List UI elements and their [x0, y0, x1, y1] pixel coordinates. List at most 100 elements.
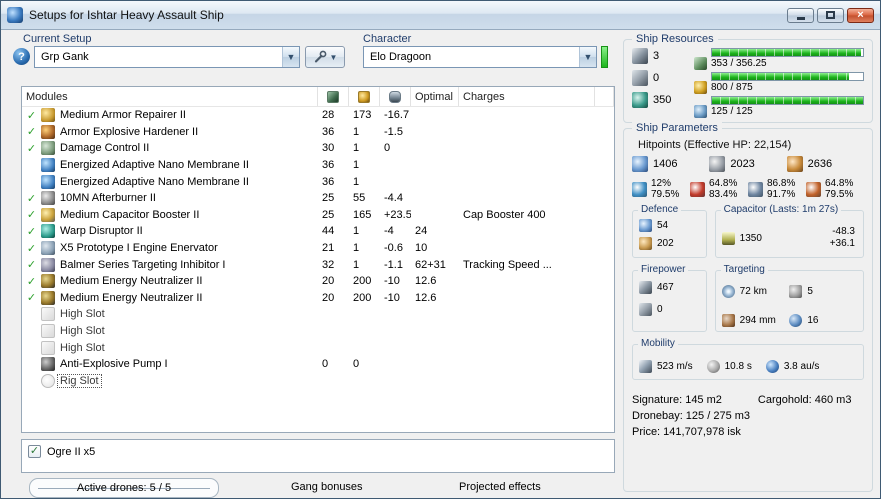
warp-speed-icon [765, 360, 779, 373]
module-cpu: 25 [322, 192, 335, 205]
price-value: Price: 141,707,978 isk [632, 426, 741, 438]
module-row[interactable]: High Slot [22, 323, 614, 340]
module-name: Medium Energy Neutralizer II [60, 291, 203, 304]
ship-parameters-panel: Ship Parameters Hitpoints (Effective HP:… [623, 122, 873, 492]
structure-hp-icon [786, 156, 803, 172]
powergrid-column-header[interactable] [349, 87, 380, 106]
module-cpu: 28 [322, 109, 335, 122]
module-row[interactable]: Anti-Explosive Pump I 0 0 [22, 356, 614, 373]
cpu-usage: 353 / 356.25 [711, 58, 767, 69]
warp-disruptor-icon [41, 224, 55, 239]
help-button[interactable]: ? [13, 48, 30, 65]
thermal-armor-resist: 83.4% [709, 189, 738, 200]
launcher-slots: 0 [632, 70, 694, 86]
chevron-down-icon[interactable]: ▼ [282, 47, 299, 67]
module-name: Medium Capacitor Booster II [60, 208, 200, 221]
calibration-value: 350 [653, 94, 672, 106]
module-row[interactable]: Rig Slot [22, 373, 614, 390]
minimize-icon [796, 16, 805, 20]
drones-panel[interactable]: ✓ Ogre II x5 [21, 439, 615, 473]
module-row[interactable]: ✓ Medium Energy Neutralizer II 20 200 -10 12.… [22, 290, 614, 307]
module-row[interactable]: ✓ Medium Armor Repairer II 28 173 -16.7 [22, 107, 614, 124]
charges-column-header[interactable]: Charges [459, 87, 595, 106]
setup-dropdown-value: Grp Gank [41, 51, 89, 63]
turret-dps-icon [639, 281, 652, 294]
optimal-column-header[interactable]: Optimal [411, 87, 459, 106]
module-cpu: 30 [322, 142, 335, 155]
turret-hardpoint-icon [632, 48, 648, 64]
module-name: Energized Adaptive Nano Membrane II [60, 159, 249, 172]
module-row[interactable]: High Slot [22, 339, 614, 356]
kinetic-resist-icon [748, 181, 763, 197]
module-row[interactable]: ✓ Armor Explosive Hardener II 36 1 -1.5 [22, 124, 614, 141]
module-cap: -4.4 [384, 192, 403, 205]
modules-table[interactable]: Modules Optimal Charges ✓ Medium Armor Re… [21, 86, 615, 433]
modules-column-header[interactable]: Modules [22, 87, 318, 106]
question-icon: ? [18, 50, 25, 63]
setup-dropdown[interactable]: Grp Gank ▼ [34, 46, 300, 68]
defence-value-1: 54 [657, 220, 669, 231]
module-row[interactable]: ✓ Medium Capacitor Booster II 25 165 +23.5 Ca… [22, 207, 614, 224]
module-name: High Slot [60, 341, 105, 354]
defence-value-2: 202 [657, 238, 674, 249]
maximize-button[interactable] [817, 7, 844, 23]
sensor-strength: 16 [807, 315, 819, 327]
module-cap: 0 [384, 142, 391, 155]
cpu-icon [327, 90, 339, 103]
align-time-icon [706, 360, 720, 373]
targeting-box: Targeting 72 km 5 294 mm 16 [714, 264, 864, 332]
em-resist-icon [632, 181, 647, 197]
module-powergrid: 200 [353, 275, 372, 288]
active-check-icon: ✓ [26, 275, 37, 288]
module-row[interactable]: Energized Adaptive Nano Membrane II 36 1 [22, 173, 614, 190]
module-row[interactable]: Energized Adaptive Nano Membrane II 36 1 [22, 157, 614, 174]
active-check-icon: ✓ [26, 192, 37, 205]
module-name: Armor Explosive Hardener II [60, 125, 199, 138]
armor-hp-icon [709, 156, 726, 172]
missile-dps-icon [639, 303, 652, 316]
cargohold-value: Cargohold: 460 m3 [757, 394, 852, 406]
module-cpu: 36 [322, 175, 335, 188]
mobility-box: Mobility 523 m/s 10.8 s 3.8 au/s [632, 338, 864, 380]
close-button[interactable]: × [847, 7, 874, 23]
capacitor-title: Capacitor (Lasts: 1m 27s) [720, 204, 842, 215]
mobility-title: Mobility [638, 338, 678, 349]
module-row[interactable]: ✓ X5 Prototype I Engine Enervator 21 1 -0.6 1… [22, 240, 614, 257]
module-cap: -1.5 [384, 125, 403, 138]
module-cap: -16.7 [384, 109, 410, 122]
max-targets-icon [789, 284, 803, 298]
projected-effects-label: Projected effects [459, 481, 541, 493]
module-row[interactable]: High Slot [22, 306, 614, 323]
active-check-icon: ✓ [26, 259, 37, 272]
module-row[interactable]: ✓ 10MN Afterburner II 25 55 -4.4 [22, 190, 614, 207]
title-bar[interactable]: Setups for Ishtar Heavy Assault Ship × [1, 1, 880, 30]
header-filler [595, 87, 614, 106]
module-name: Balmer Series Targeting Inhibitor I [60, 258, 226, 271]
module-row[interactable]: ✓ Balmer Series Targeting Inhibitor I 32 1 -… [22, 256, 614, 273]
setup-tools-button[interactable]: ▼ [305, 46, 345, 68]
module-powergrid: 1 [353, 125, 360, 138]
window-title: Setups for Ishtar Heavy Assault Ship [29, 8, 224, 22]
gang-bonuses-label: Gang bonuses [291, 481, 363, 493]
active-check-icon: ✓ [26, 126, 37, 139]
drone-checkbox[interactable]: ✓ [28, 445, 41, 458]
module-name: High Slot [60, 325, 105, 338]
drone-row[interactable]: ✓ Ogre II x5 [22, 440, 614, 458]
module-row[interactable]: ✓ Warp Disruptor II 44 1 -4 24 [22, 223, 614, 240]
capacitor-column-header[interactable] [380, 87, 411, 106]
module-powergrid: 1 [353, 175, 360, 188]
shield-recharge-icon [639, 219, 652, 232]
module-name: Warp Disruptor II [60, 225, 143, 238]
current-setup-label: Current Setup [23, 33, 92, 45]
capacitor-amount: 1350 [739, 232, 762, 244]
cpu-column-header[interactable] [318, 87, 349, 106]
module-row[interactable]: ✓ Medium Energy Neutralizer II 20 200 -10 12.… [22, 273, 614, 290]
chevron-down-icon[interactable]: ▼ [579, 47, 596, 67]
character-dropdown[interactable]: Elo Dragoon ▼ [363, 46, 597, 68]
nano-membrane-icon [41, 158, 55, 173]
capacitor-recharge: +36.1 [829, 238, 855, 249]
module-name: Rig Slot [57, 373, 102, 388]
minimize-button[interactable] [787, 7, 814, 23]
armor-hp: 2023 [730, 158, 755, 170]
module-row[interactable]: ✓ Damage Control II 30 1 0 [22, 140, 614, 157]
